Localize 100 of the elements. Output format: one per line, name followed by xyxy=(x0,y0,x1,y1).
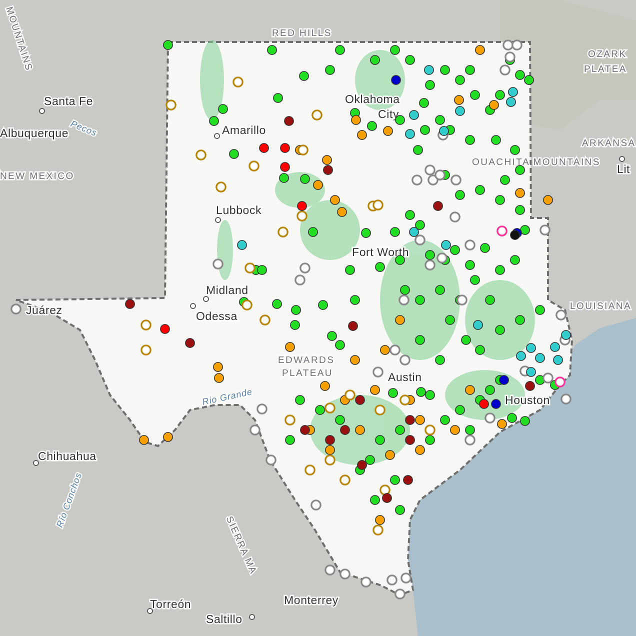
station-marker[interactable] xyxy=(335,415,345,425)
station-marker[interactable] xyxy=(213,362,223,372)
station-marker[interactable] xyxy=(367,121,377,131)
station-marker[interactable] xyxy=(461,335,471,345)
station-marker[interactable] xyxy=(415,220,425,230)
station-marker[interactable] xyxy=(386,574,398,586)
station-marker[interactable] xyxy=(520,225,530,235)
station-marker[interactable] xyxy=(313,180,323,190)
station-marker[interactable] xyxy=(295,395,305,405)
station-marker[interactable] xyxy=(504,52,516,62)
station-marker[interactable] xyxy=(433,201,443,211)
station-marker[interactable] xyxy=(380,345,390,355)
station-marker[interactable] xyxy=(160,324,170,334)
station-marker[interactable] xyxy=(473,320,483,330)
station-marker[interactable] xyxy=(390,45,400,55)
station-marker[interactable] xyxy=(405,435,415,445)
station-marker[interactable] xyxy=(375,262,385,272)
station-marker[interactable] xyxy=(140,320,152,330)
station-marker[interactable] xyxy=(445,315,455,325)
station-marker[interactable] xyxy=(357,130,367,140)
station-marker[interactable] xyxy=(300,174,310,184)
station-marker[interactable] xyxy=(335,340,345,350)
station-marker[interactable] xyxy=(299,71,309,81)
station-marker[interactable] xyxy=(325,435,335,445)
station-marker[interactable] xyxy=(434,170,446,180)
station-marker[interactable] xyxy=(535,305,545,315)
station-marker[interactable] xyxy=(450,245,460,255)
station-marker[interactable] xyxy=(214,373,224,383)
station-marker[interactable] xyxy=(455,75,465,85)
station-marker[interactable] xyxy=(365,455,375,465)
station-marker[interactable] xyxy=(415,335,425,345)
station-marker[interactable] xyxy=(510,230,520,240)
station-marker[interactable] xyxy=(348,321,358,331)
station-marker[interactable] xyxy=(385,450,395,460)
station-marker[interactable] xyxy=(500,175,510,185)
station-marker[interactable] xyxy=(455,106,465,116)
station-marker[interactable] xyxy=(515,165,525,175)
station-marker[interactable] xyxy=(515,188,525,198)
station-marker[interactable] xyxy=(370,55,380,65)
station-marker[interactable] xyxy=(140,344,152,356)
station-marker[interactable] xyxy=(450,425,460,435)
station-marker[interactable] xyxy=(450,212,460,222)
station-marker[interactable] xyxy=(10,304,22,314)
station-marker[interactable] xyxy=(491,135,501,145)
station-marker[interactable] xyxy=(398,294,410,306)
station-marker[interactable] xyxy=(510,145,520,155)
station-marker[interactable] xyxy=(196,150,206,160)
station-marker[interactable] xyxy=(416,387,426,397)
station-marker[interactable] xyxy=(391,75,401,85)
station-marker[interactable] xyxy=(395,315,405,325)
station-marker[interactable] xyxy=(212,258,224,270)
station-marker[interactable] xyxy=(323,165,333,175)
station-marker[interactable] xyxy=(324,564,336,576)
station-marker[interactable] xyxy=(325,65,335,75)
station-marker[interactable] xyxy=(372,366,384,378)
station-marker[interactable] xyxy=(405,210,415,220)
station-marker[interactable] xyxy=(405,55,415,65)
station-marker[interactable] xyxy=(495,195,505,205)
station-marker[interactable] xyxy=(475,185,485,195)
station-marker[interactable] xyxy=(400,394,410,406)
station-marker[interactable] xyxy=(372,200,384,210)
station-marker[interactable] xyxy=(440,415,450,425)
station-marker[interactable] xyxy=(308,227,318,237)
station-marker[interactable] xyxy=(553,355,563,365)
station-marker[interactable] xyxy=(324,402,336,414)
station-marker[interactable] xyxy=(526,367,536,377)
station-marker[interactable] xyxy=(435,355,445,365)
station-marker[interactable] xyxy=(370,385,380,395)
station-marker[interactable] xyxy=(388,388,398,398)
station-marker[interactable] xyxy=(260,314,270,326)
station-marker[interactable] xyxy=(267,45,277,55)
station-marker[interactable] xyxy=(357,460,367,470)
station-marker[interactable] xyxy=(298,144,308,156)
station-marker[interactable] xyxy=(435,115,445,125)
station-marker[interactable] xyxy=(279,173,289,183)
station-marker[interactable] xyxy=(375,435,385,445)
station-marker[interactable] xyxy=(216,182,226,192)
station-marker[interactable] xyxy=(315,405,325,415)
station-marker[interactable] xyxy=(351,115,361,125)
station-marker[interactable] xyxy=(395,505,405,515)
station-marker[interactable] xyxy=(450,174,462,186)
station-marker[interactable] xyxy=(232,76,244,88)
station-marker[interactable] xyxy=(335,45,345,55)
station-marker[interactable] xyxy=(327,331,337,341)
station-marker[interactable] xyxy=(425,250,435,260)
station-marker[interactable] xyxy=(209,116,219,126)
station-marker[interactable] xyxy=(561,330,571,340)
station-marker[interactable] xyxy=(455,405,465,415)
station-marker[interactable] xyxy=(166,100,176,110)
station-marker[interactable] xyxy=(550,342,560,352)
station-marker[interactable] xyxy=(266,454,276,466)
station-marker[interactable] xyxy=(280,162,290,172)
station-marker[interactable] xyxy=(395,425,405,435)
station-marker[interactable] xyxy=(304,464,316,476)
station-marker[interactable] xyxy=(291,305,301,315)
station-marker[interactable] xyxy=(491,399,501,409)
station-marker[interactable] xyxy=(439,126,449,136)
station-marker[interactable] xyxy=(475,345,485,355)
station-marker[interactable] xyxy=(322,155,332,165)
station-marker[interactable] xyxy=(229,149,239,159)
